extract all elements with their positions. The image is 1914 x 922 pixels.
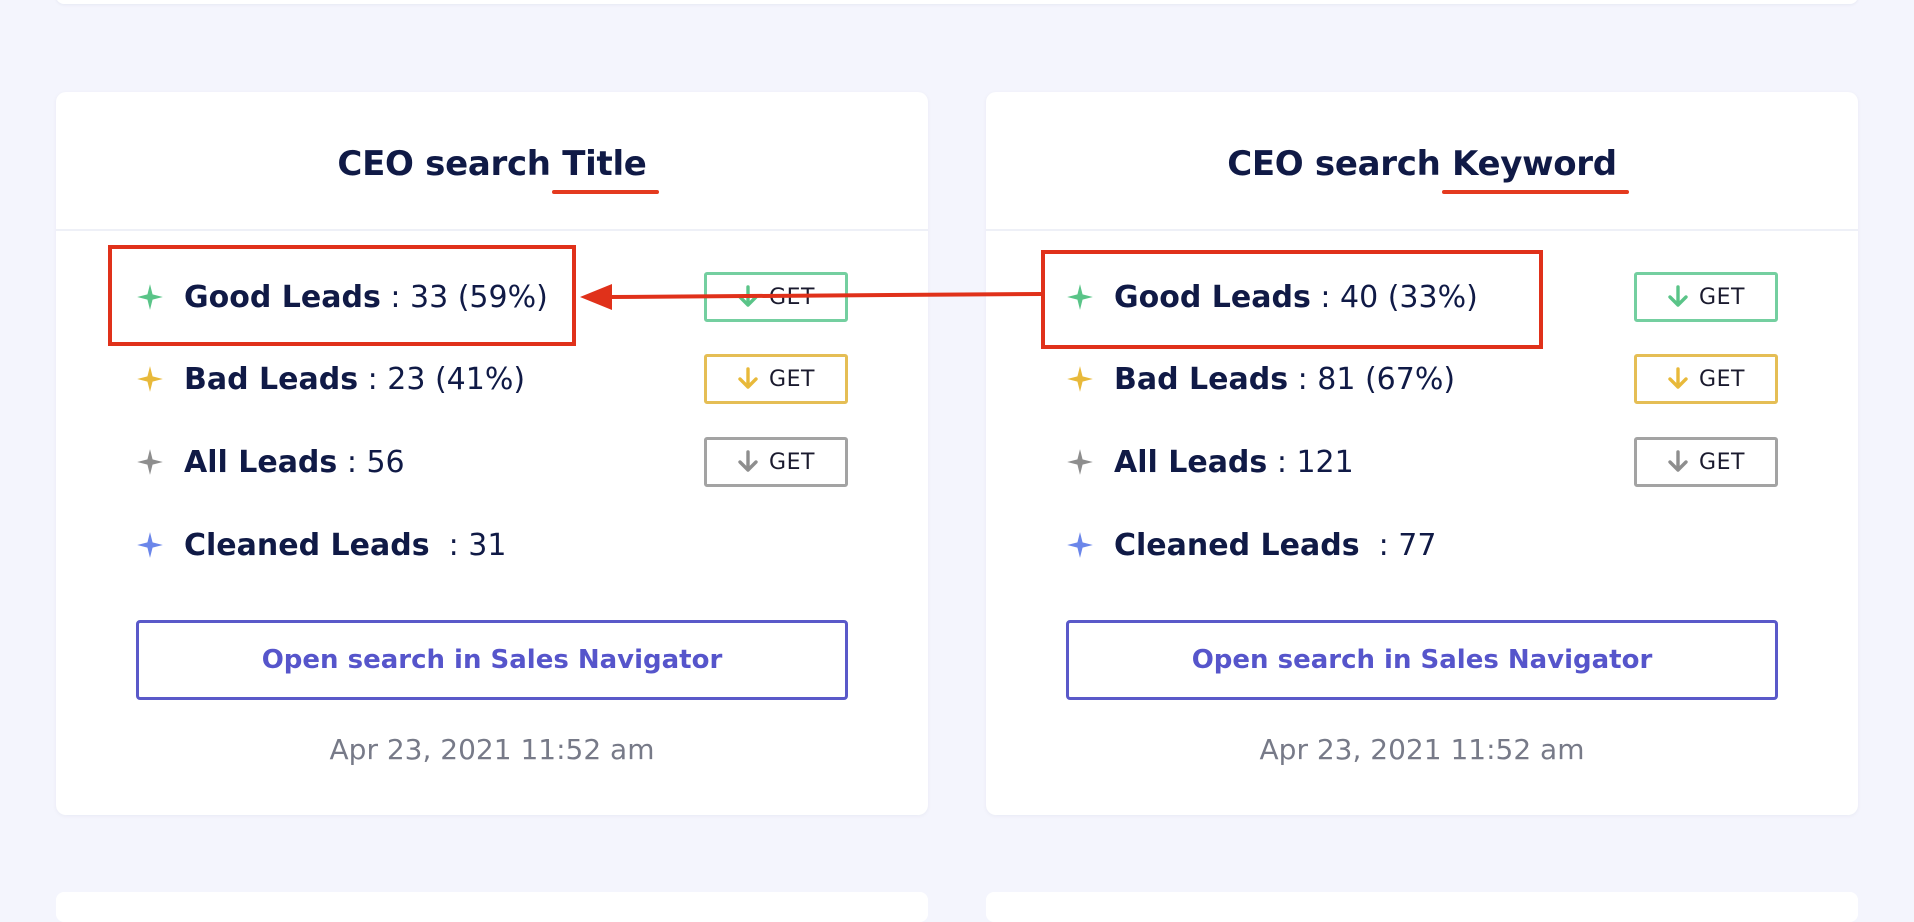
- download-arrow-icon: [1668, 450, 1688, 472]
- get-button-label: GET: [1699, 449, 1745, 475]
- next-card-edge: [56, 892, 928, 922]
- good-leads-text: Good Leads : 40 (33%): [1114, 280, 1478, 315]
- good-leads-value: : 33 (59%): [380, 279, 548, 315]
- cleaned-leads-text: Cleaned Leads : 77: [1114, 528, 1436, 563]
- download-arrow-icon: [738, 450, 758, 472]
- get-good-leads-button[interactable]: GET: [1634, 272, 1778, 322]
- get-bad-leads-button[interactable]: GET: [704, 354, 848, 404]
- bad-leads-star-icon: [1066, 365, 1094, 393]
- good-leads-label: Good Leads: [184, 279, 381, 315]
- search-timestamp: Apr 23, 2021 11:52 am: [1259, 733, 1585, 766]
- all-leads-label: All Leads: [184, 444, 338, 480]
- get-button-label: GET: [769, 449, 815, 475]
- cleaned-leads-label: Cleaned Leads: [184, 527, 430, 563]
- get-good-leads-button[interactable]: GET: [704, 272, 848, 322]
- bad-leads-value: : 81 (67%): [1288, 361, 1456, 397]
- download-arrow-icon: [738, 367, 758, 389]
- open-sales-navigator-button[interactable]: Open search in Sales Navigator: [136, 620, 848, 700]
- good-leads-row: Good Leads : 33 (59%) GET: [136, 271, 848, 323]
- get-button-label: GET: [1699, 366, 1745, 392]
- download-arrow-icon: [738, 285, 758, 307]
- good-leads-value: : 40 (33%): [1310, 279, 1478, 315]
- all-leads-text: All Leads : 121: [1114, 445, 1354, 480]
- bad-leads-value: : 23 (41%): [358, 361, 526, 397]
- get-button-label: GET: [1699, 284, 1745, 310]
- card-title: CEO search Keyword: [1227, 143, 1629, 194]
- all-leads-row: All Leads : 121 GET: [1066, 436, 1778, 488]
- bad-leads-text: Bad Leads : 23 (41%): [184, 362, 525, 397]
- search-card-title: CEO search Title Good Leads : 33 (59%) G…: [56, 92, 928, 815]
- cleaned-leads-value: : 31: [429, 527, 507, 563]
- all-leads-row: All Leads : 56 GET: [136, 436, 848, 488]
- cleaned-leads-star-icon: [136, 531, 164, 559]
- good-leads-star-icon: [136, 283, 164, 311]
- all-leads-value: : 56: [337, 444, 405, 480]
- good-leads-text: Good Leads : 33 (59%): [184, 280, 548, 315]
- bad-leads-text: Bad Leads : 81 (67%): [1114, 362, 1455, 397]
- card-title: CEO search Title: [337, 143, 659, 194]
- all-leads-value: : 121: [1267, 444, 1354, 480]
- cleaned-leads-text: Cleaned Leads : 31: [184, 528, 506, 563]
- get-button-label: GET: [769, 366, 815, 392]
- search-card-keyword: CEO search Keyword Good Leads : 40 (33%)…: [986, 92, 1858, 815]
- bad-leads-label: Bad Leads: [1114, 361, 1289, 397]
- bad-leads-row: Bad Leads : 23 (41%) GET: [136, 353, 848, 405]
- download-arrow-icon: [1668, 367, 1688, 389]
- search-timestamp: Apr 23, 2021 11:52 am: [329, 733, 655, 766]
- bad-leads-row: Bad Leads : 81 (67%) GET: [1066, 353, 1778, 405]
- cleaned-leads-star-icon: [1066, 531, 1094, 559]
- get-all-leads-button[interactable]: GET: [1634, 437, 1778, 487]
- get-button-label: GET: [769, 284, 815, 310]
- cleaned-leads-label: Cleaned Leads: [1114, 527, 1360, 563]
- previous-card-edge: [56, 0, 1858, 4]
- all-leads-star-icon: [1066, 448, 1094, 476]
- bad-leads-label: Bad Leads: [184, 361, 359, 397]
- card-title-prefix: CEO search: [1227, 143, 1453, 184]
- cleaned-leads-row: Cleaned Leads : 77: [1066, 519, 1778, 571]
- all-leads-star-icon: [136, 448, 164, 476]
- cleaned-leads-value: : 77: [1359, 527, 1437, 563]
- highlight-underline: [552, 189, 659, 194]
- cleaned-leads-row: Cleaned Leads : 31: [136, 519, 848, 571]
- all-leads-text: All Leads : 56: [184, 445, 405, 480]
- card-title-prefix: CEO search: [337, 143, 563, 184]
- good-leads-label: Good Leads: [1114, 279, 1311, 315]
- good-leads-star-icon: [1066, 283, 1094, 311]
- good-leads-row: Good Leads : 40 (33%) GET: [1066, 271, 1778, 323]
- all-leads-label: All Leads: [1114, 444, 1268, 480]
- bad-leads-star-icon: [136, 365, 164, 393]
- get-all-leads-button[interactable]: GET: [704, 437, 848, 487]
- card-title-highlight-text: Keyword: [1452, 143, 1617, 184]
- highlight-underline: [1442, 189, 1629, 194]
- card-title-highlight: Keyword: [1442, 143, 1629, 194]
- open-sales-navigator-button[interactable]: Open search in Sales Navigator: [1066, 620, 1778, 700]
- card-header: CEO search Title: [56, 92, 928, 231]
- card-title-highlight: Title: [552, 143, 659, 194]
- card-header: CEO search Keyword: [986, 92, 1858, 231]
- download-arrow-icon: [1668, 285, 1688, 307]
- next-card-edge: [986, 892, 1858, 922]
- get-bad-leads-button[interactable]: GET: [1634, 354, 1778, 404]
- card-title-highlight-text: Title: [562, 143, 647, 184]
